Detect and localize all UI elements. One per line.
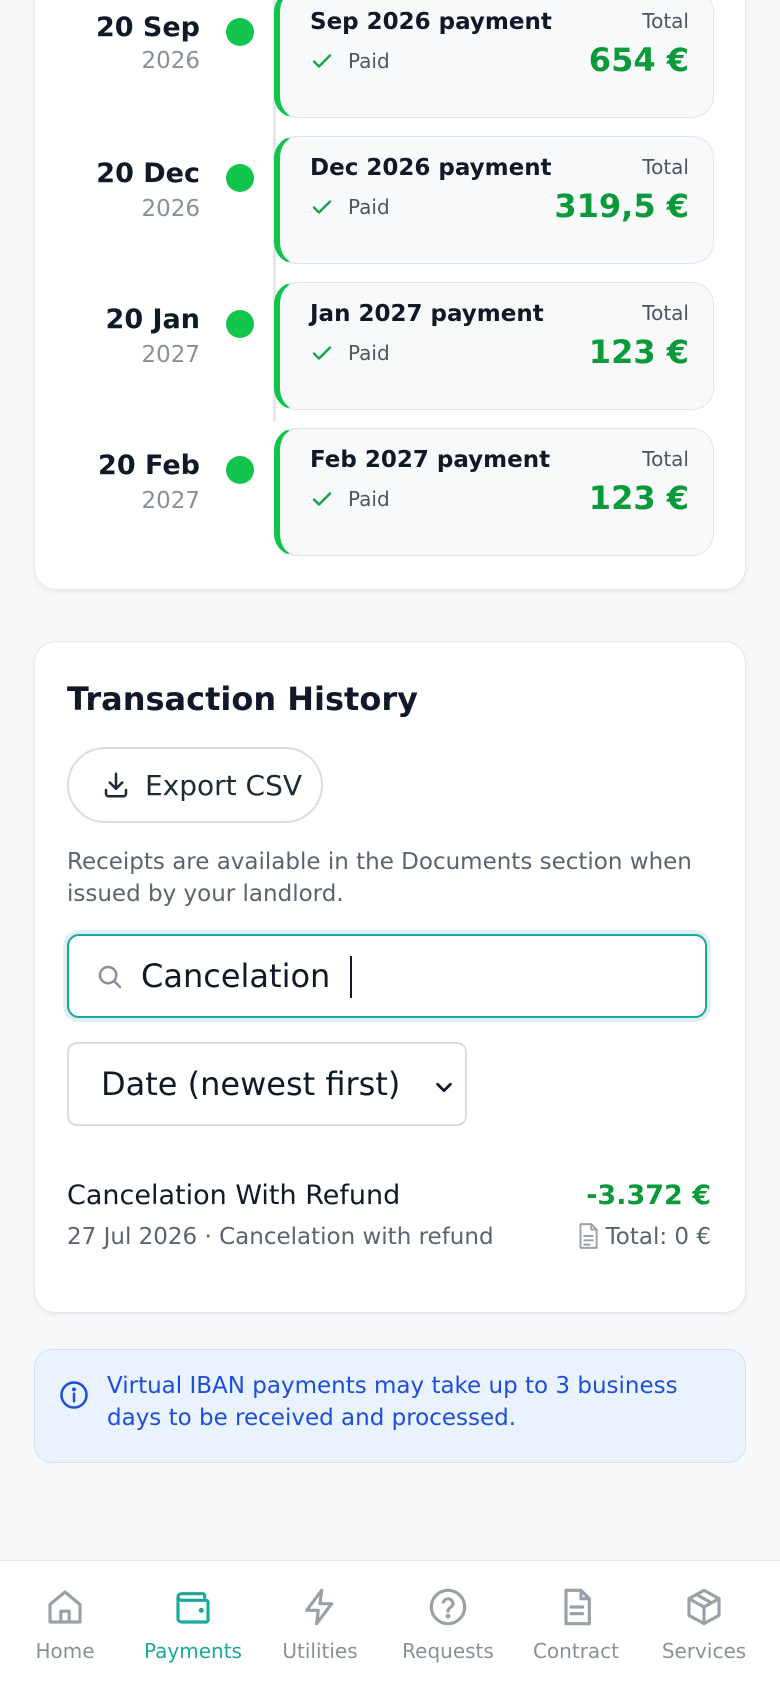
timeline-year: 2026 bbox=[141, 48, 200, 74]
nav-label-utilities: Utilities bbox=[282, 1639, 358, 1663]
payment-card[interactable]: Jan 2027 payment Paid Total 123 € bbox=[274, 282, 714, 410]
timeline-row: 20 Sep 2026 Sep 2026 payment Paid Total … bbox=[0, 0, 780, 132]
check-icon bbox=[312, 492, 332, 506]
check-icon bbox=[312, 200, 332, 214]
nav-label-requests: Requests bbox=[402, 1639, 494, 1663]
payment-card[interactable]: Feb 2027 payment Paid Total 123 € bbox=[274, 428, 714, 556]
bolt-icon bbox=[305, 1588, 334, 1626]
payment-status-label: Paid bbox=[348, 195, 390, 219]
payment-status-label: Paid bbox=[348, 341, 390, 365]
timeline-dot bbox=[226, 310, 254, 338]
info-text: Virtual IBAN payments may take up to 3 b… bbox=[107, 1373, 678, 1431]
timeline-row: 20 Jan 2027 Jan 2027 payment Paid Total … bbox=[0, 282, 780, 424]
transaction-total: Total: 0 € bbox=[605, 1224, 711, 1250]
nav-item-utilities[interactable]: Utilities bbox=[255, 1585, 385, 1675]
transaction-name: Cancelation With Refund bbox=[67, 1180, 401, 1211]
payment-title: Feb 2027 payment bbox=[310, 447, 551, 473]
payment-status: Paid bbox=[310, 195, 390, 219]
total-label: Total bbox=[642, 447, 689, 471]
payment-amount: 123 € bbox=[588, 333, 689, 371]
info-icon bbox=[60, 1381, 88, 1409]
payment-card[interactable]: Dec 2026 payment Paid Total 319,5 € bbox=[274, 136, 714, 264]
timeline-dot bbox=[226, 456, 254, 484]
payment-status-label: Paid bbox=[348, 49, 390, 73]
section-title: Transaction History bbox=[67, 680, 418, 718]
payment-title: Jan 2027 payment bbox=[310, 301, 544, 327]
payment-status: Paid bbox=[310, 341, 390, 365]
receipts-note: Receipts are available in the Documents … bbox=[67, 849, 692, 907]
home-icon bbox=[48, 1590, 82, 1624]
payment-title: Sep 2026 payment bbox=[310, 9, 552, 35]
chevron-down-icon bbox=[436, 1082, 452, 1093]
transaction-history-card: Transaction History Export CSV Receipts … bbox=[34, 641, 746, 1313]
total-label: Total bbox=[642, 301, 689, 325]
export-csv-button[interactable]: Export CSV bbox=[67, 747, 323, 823]
payment-status: Paid bbox=[310, 49, 390, 73]
export-csv-label: Export CSV bbox=[145, 768, 303, 802]
nav-item-payments[interactable]: Payments bbox=[128, 1585, 258, 1675]
payment-amount: 319,5 € bbox=[554, 187, 689, 225]
search-icon bbox=[98, 965, 122, 989]
timeline-date: 20 Jan bbox=[105, 304, 200, 335]
download-icon bbox=[104, 772, 128, 798]
total-label: Total bbox=[642, 9, 689, 33]
check-icon bbox=[312, 54, 332, 68]
timeline-date: 20 Sep bbox=[95, 12, 200, 43]
bottom-nav: Home Payments Utilities Requests Contrac… bbox=[0, 1560, 780, 1688]
timeline-dot bbox=[226, 18, 254, 46]
total-label: Total bbox=[642, 155, 689, 179]
document-icon bbox=[564, 1588, 591, 1626]
nav-item-requests[interactable]: Requests bbox=[383, 1585, 513, 1675]
document-icon[interactable] bbox=[575, 1222, 601, 1250]
payment-status: Paid bbox=[310, 487, 390, 511]
timeline-year: 2027 bbox=[141, 342, 200, 368]
payment-status-label: Paid bbox=[348, 487, 390, 511]
wallet-icon bbox=[176, 1592, 210, 1624]
text-caret bbox=[350, 956, 352, 998]
timeline-date: 20 Dec bbox=[96, 158, 200, 189]
search-field[interactable] bbox=[67, 934, 707, 1018]
box-icon bbox=[687, 1588, 721, 1626]
payment-amount: 654 € bbox=[588, 41, 689, 79]
timeline-dot bbox=[226, 164, 254, 192]
nav-item-services[interactable]: Services bbox=[639, 1585, 769, 1675]
timeline-row: 20 Feb 2027 Feb 2027 payment Paid Total … bbox=[0, 428, 780, 570]
nav-label-contract: Contract bbox=[532, 1639, 620, 1663]
transaction-meta: 27 Jul 2026 · Cancelation with refund bbox=[67, 1224, 494, 1250]
payment-amount: 123 € bbox=[588, 479, 689, 517]
timeline-row: 20 Dec 2026 Dec 2026 payment Paid Total … bbox=[0, 136, 780, 278]
question-icon bbox=[429, 1588, 467, 1626]
transaction-amount: -3.372 € bbox=[586, 1180, 711, 1211]
nav-label-payments: Payments bbox=[144, 1639, 242, 1663]
timeline-year: 2026 bbox=[141, 196, 200, 222]
sort-select-value: Date (newest first) bbox=[101, 1065, 401, 1103]
timeline-year: 2027 bbox=[141, 488, 200, 514]
timeline-date: 20 Feb bbox=[98, 450, 200, 481]
nav-label-home: Home bbox=[35, 1639, 95, 1663]
payment-title: Dec 2026 payment bbox=[310, 155, 552, 181]
payment-card[interactable]: Sep 2026 payment Paid Total 654 € bbox=[274, 0, 714, 118]
nav-item-home[interactable]: Home bbox=[0, 1585, 130, 1675]
nav-label-services: Services bbox=[661, 1639, 747, 1663]
info-banner: Virtual IBAN payments may take up to 3 b… bbox=[34, 1349, 746, 1463]
sort-select[interactable]: Date (newest first) bbox=[67, 1042, 467, 1126]
search-input[interactable] bbox=[141, 950, 681, 1002]
nav-item-contract[interactable]: Contract bbox=[511, 1585, 641, 1675]
check-icon bbox=[312, 346, 332, 360]
transaction-row[interactable]: Cancelation With Refund -3.372 € 27 Jul … bbox=[67, 1180, 711, 1260]
